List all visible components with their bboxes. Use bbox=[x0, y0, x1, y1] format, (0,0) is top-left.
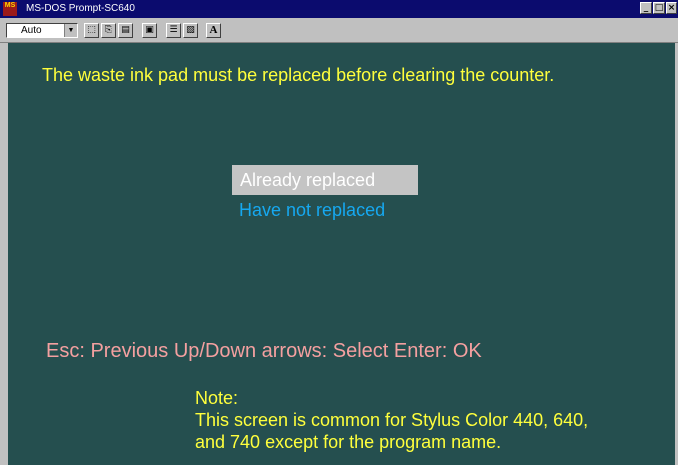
background-icon[interactable]: ▧ bbox=[183, 23, 198, 38]
minimize-button[interactable]: _ bbox=[640, 2, 652, 14]
msdos-icon-text: MS bbox=[4, 2, 16, 9]
font-size-value: Auto bbox=[21, 25, 42, 36]
copy-icon[interactable]: ⎘ bbox=[101, 23, 116, 38]
option-already-replaced[interactable]: Already replaced bbox=[232, 165, 418, 195]
dropdown-arrow-icon[interactable]: ▼ bbox=[64, 24, 77, 37]
note-line: and 740 except for the program name. bbox=[195, 432, 502, 452]
mark-icon[interactable]: ⬚ bbox=[84, 23, 99, 38]
font-size-select[interactable]: Auto ▼ bbox=[6, 23, 78, 38]
dos-window: MS MS-DOS Prompt-SC640 _ □ × Auto ▼ ⬚ ⎘ … bbox=[0, 0, 678, 465]
title-bar[interactable]: MS MS-DOS Prompt-SC640 _ □ × bbox=[0, 0, 678, 18]
toolbar: Auto ▼ ⬚ ⎘ ▤ ▣ ☰ ▧ A bbox=[0, 18, 678, 43]
maximize-button[interactable]: □ bbox=[653, 2, 665, 14]
option-have-not-replaced[interactable]: Have not replaced bbox=[239, 200, 385, 221]
screen-message: The waste ink pad must be replaced befor… bbox=[42, 65, 555, 85]
paste-icon[interactable]: ▤ bbox=[118, 23, 133, 38]
dos-screen: The waste ink pad must be replaced befor… bbox=[8, 43, 678, 465]
close-button[interactable]: × bbox=[666, 2, 677, 14]
msdos-icon[interactable]: MS bbox=[3, 2, 17, 16]
properties-icon[interactable]: ☰ bbox=[166, 23, 181, 38]
window-title: MS-DOS Prompt-SC640 bbox=[26, 3, 135, 14]
key-help: Esc: Previous Up/Down arrows: Select Ent… bbox=[46, 340, 482, 362]
font-icon[interactable]: A bbox=[206, 23, 221, 38]
note-line: Note: bbox=[195, 388, 239, 408]
fullscreen-icon[interactable]: ▣ bbox=[142, 23, 157, 38]
note-line: This screen is common for Stylus Color 4… bbox=[195, 410, 589, 430]
note-block: Note: This screen is common for Stylus C… bbox=[195, 387, 588, 453]
